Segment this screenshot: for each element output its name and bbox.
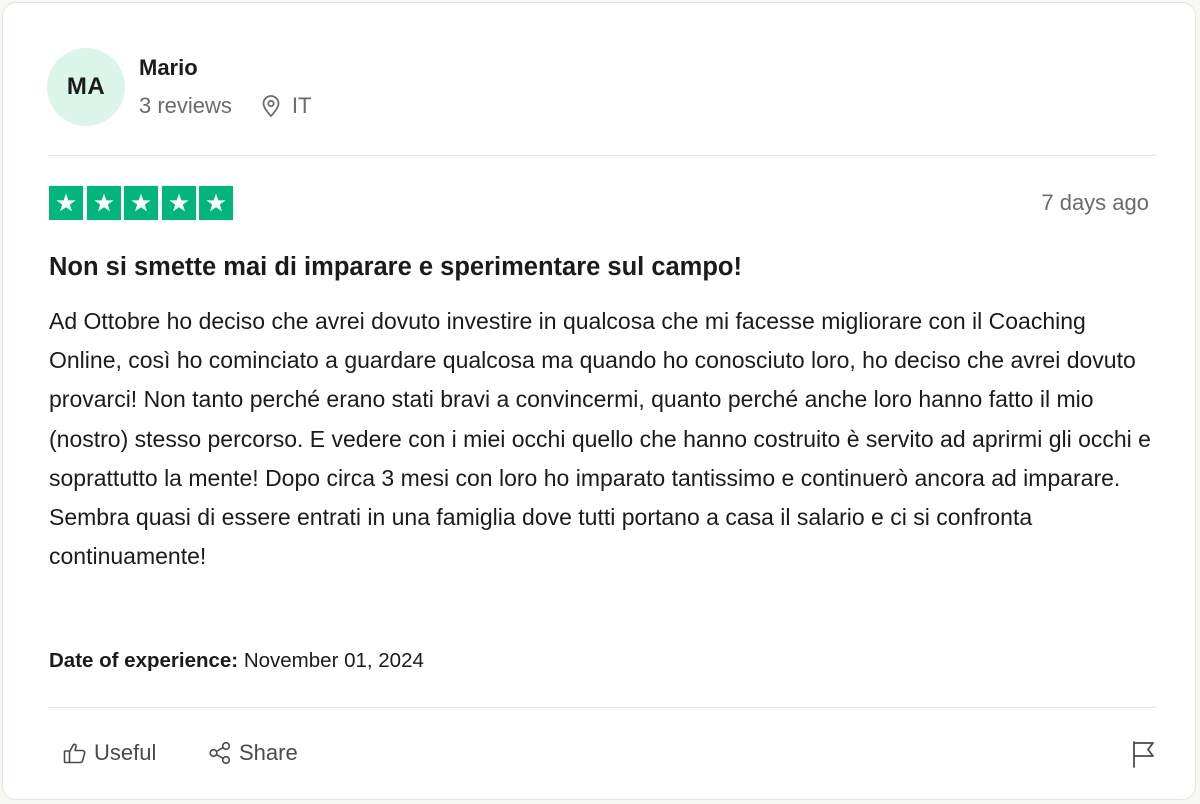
review-count: 3 reviews [139, 93, 232, 118]
reviewer-meta: 3 reviews IT [139, 93, 311, 119]
footer-divider [48, 707, 1156, 708]
review-date: 7 days ago [1041, 190, 1149, 215]
share-label: Share [239, 740, 298, 765]
review-body: Ad Ottobre ho deciso che avrei dovuto in… [49, 308, 1151, 570]
useful-button[interactable]: Useful [62, 740, 156, 766]
avatar[interactable]: MA [47, 48, 125, 126]
report-flag-button[interactable] [1130, 739, 1158, 774]
location-pin-icon [262, 95, 280, 117]
date-of-experience: Date of experience: November 01, 2024 [49, 649, 424, 673]
star-icon [49, 186, 83, 220]
reviewer-name[interactable]: Mario [139, 55, 198, 81]
country-code: IT [291, 93, 312, 118]
reviewer-location: IT [260, 93, 312, 119]
experience-label: Date of experience: [49, 649, 239, 672]
star-icon [199, 186, 233, 220]
star-icon [161, 186, 196, 220]
review-title[interactable]: Non si smette mai di imparare e sperimen… [49, 253, 742, 282]
share-button[interactable]: Share [207, 740, 298, 766]
star-icon [124, 186, 158, 220]
star-rating [49, 186, 237, 220]
thumbs-up-icon [63, 743, 86, 764]
review-card: MA Mario 3 reviews IT 7 days ago Non si … [2, 2, 1196, 800]
header-divider [48, 155, 1156, 156]
star-icon [86, 186, 121, 220]
experience-date: November 01, 2024 [243, 649, 424, 672]
useful-label: Useful [94, 740, 157, 765]
flag-icon [1133, 741, 1154, 768]
share-icon [209, 741, 231, 765]
